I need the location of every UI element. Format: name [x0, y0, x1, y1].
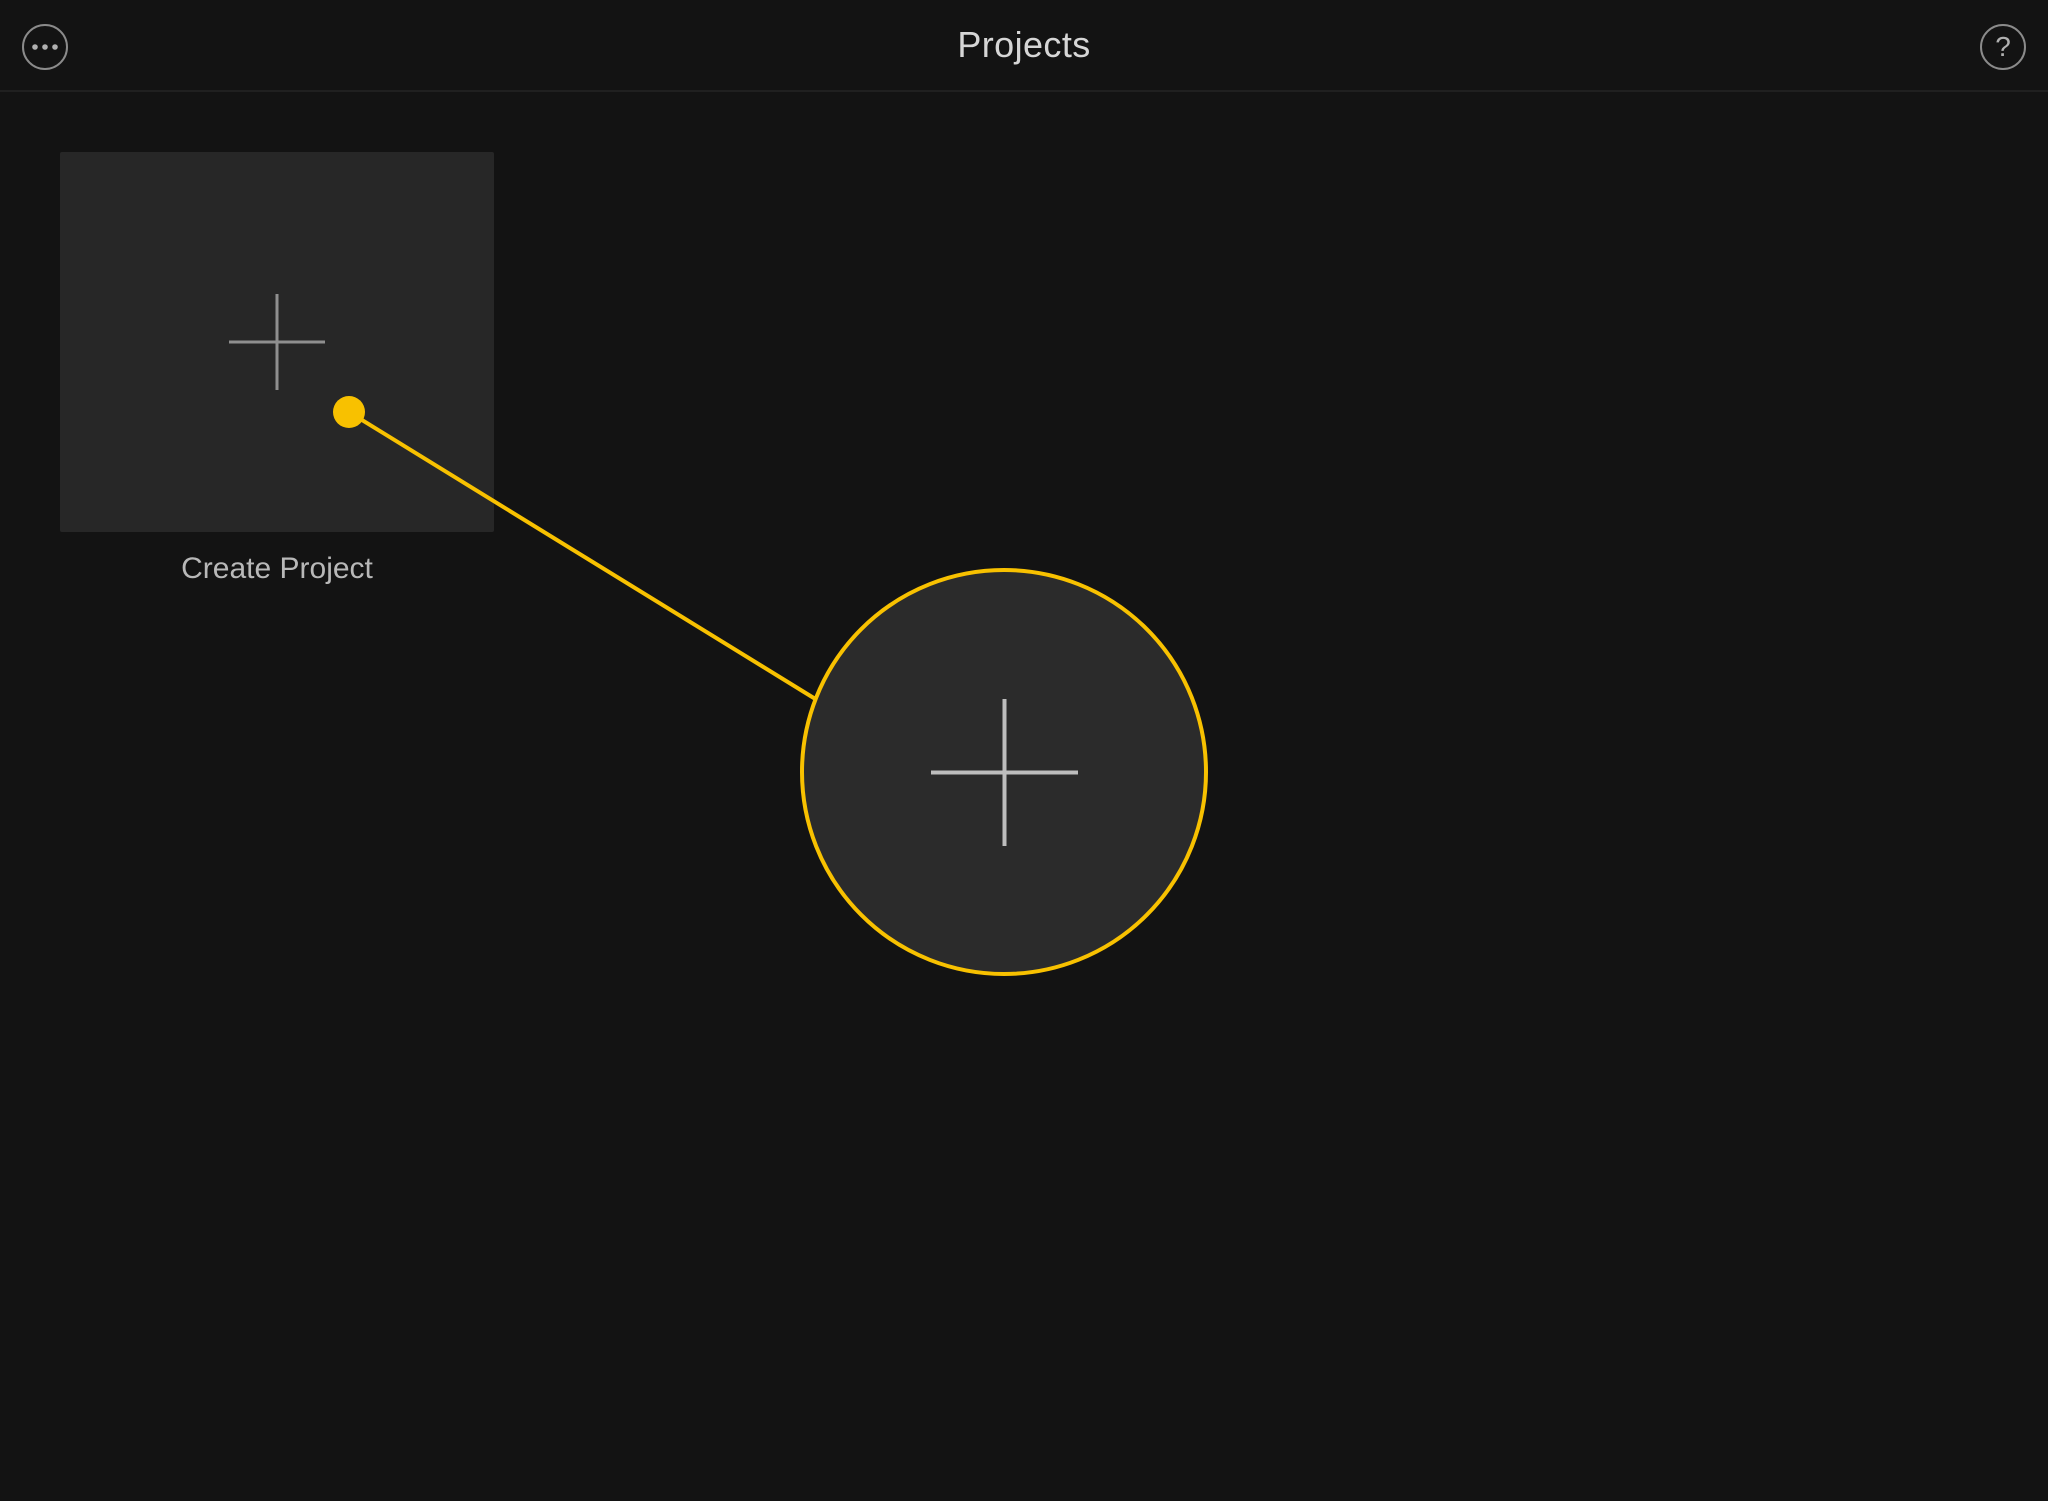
more-horizontal-icon	[31, 43, 59, 51]
plus-icon	[227, 292, 327, 392]
help-icon: ?	[1995, 31, 2011, 63]
titlebar: Projects ?	[0, 0, 2048, 92]
create-project-tile[interactable]: Create Project	[60, 152, 494, 586]
content-area: Create Project	[0, 92, 2048, 1501]
more-button[interactable]	[22, 24, 68, 70]
create-project-label: Create Project	[181, 552, 373, 586]
plus-icon	[927, 695, 1082, 850]
callout-circle	[800, 568, 1208, 976]
help-button[interactable]: ?	[1980, 24, 2026, 70]
page-title: Projects	[957, 24, 1090, 66]
create-project-box	[60, 152, 494, 532]
